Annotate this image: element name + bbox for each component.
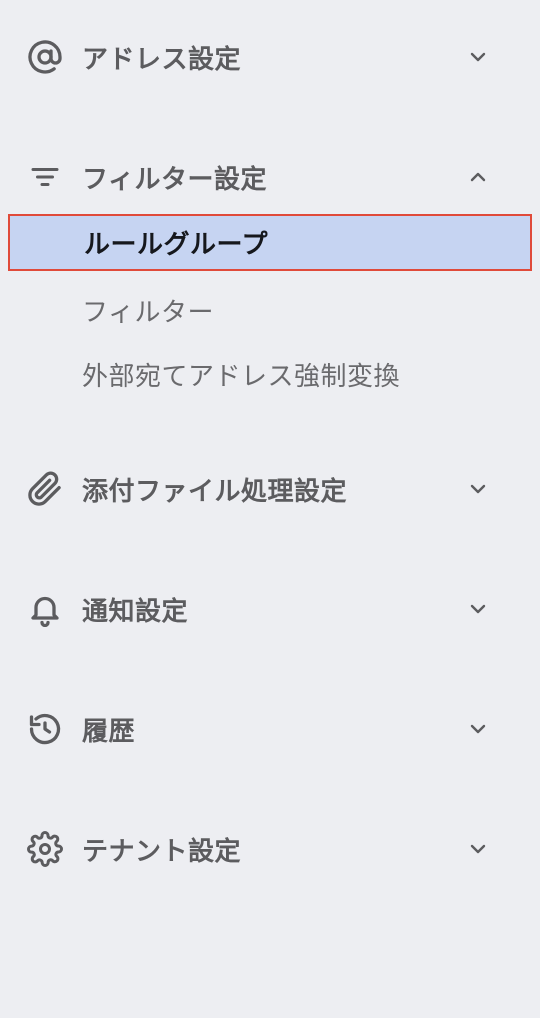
sidebar-item-label: 外部宛てアドレス強制変換 [82,361,401,392]
gear-icon [27,831,63,867]
sidebar-item-rule-group[interactable]: ルールグループ [8,214,532,271]
sidebar-item-label: ルールグループ [84,230,268,260]
sidebar-item-label: フィルター [82,297,214,328]
section-label: 履歴 [82,716,136,747]
section-address-settings[interactable]: アドレス設定 [0,29,540,85]
section-label: 添付ファイル処理設定 [82,476,348,507]
section-notification-settings[interactable]: 通知設定 [0,581,540,637]
chevron-down-icon[interactable] [464,475,492,503]
chevron-down-icon[interactable] [464,835,492,863]
chevron-down-icon[interactable] [464,595,492,623]
paperclip-icon [27,471,63,507]
chevron-up-icon[interactable] [464,163,492,191]
bell-icon [27,591,63,627]
history-icon [27,711,63,747]
section-filter-settings[interactable]: フィルター設定 [0,149,540,205]
section-history[interactable]: 履歴 [0,701,540,757]
at-sign-icon [27,39,63,75]
section-label: テナント設定 [82,836,242,867]
section-label: 通知設定 [82,596,189,627]
settings-sidebar: アドレス設定 フィルター設定 ルールグループ フィルター 外部宛てアドレス強制変… [0,0,540,1018]
section-tenant-settings[interactable]: テナント設定 [0,821,540,877]
section-label: フィルター設定 [82,164,267,195]
section-label: アドレス設定 [82,44,242,75]
sidebar-item-external-address-conversion[interactable]: 外部宛てアドレス強制変換 [0,345,540,403]
filter-icon [27,159,63,195]
sidebar-item-filter[interactable]: フィルター [0,281,540,339]
chevron-down-icon[interactable] [464,715,492,743]
chevron-down-icon[interactable] [464,43,492,71]
section-attachment-settings[interactable]: 添付ファイル処理設定 [0,461,540,517]
